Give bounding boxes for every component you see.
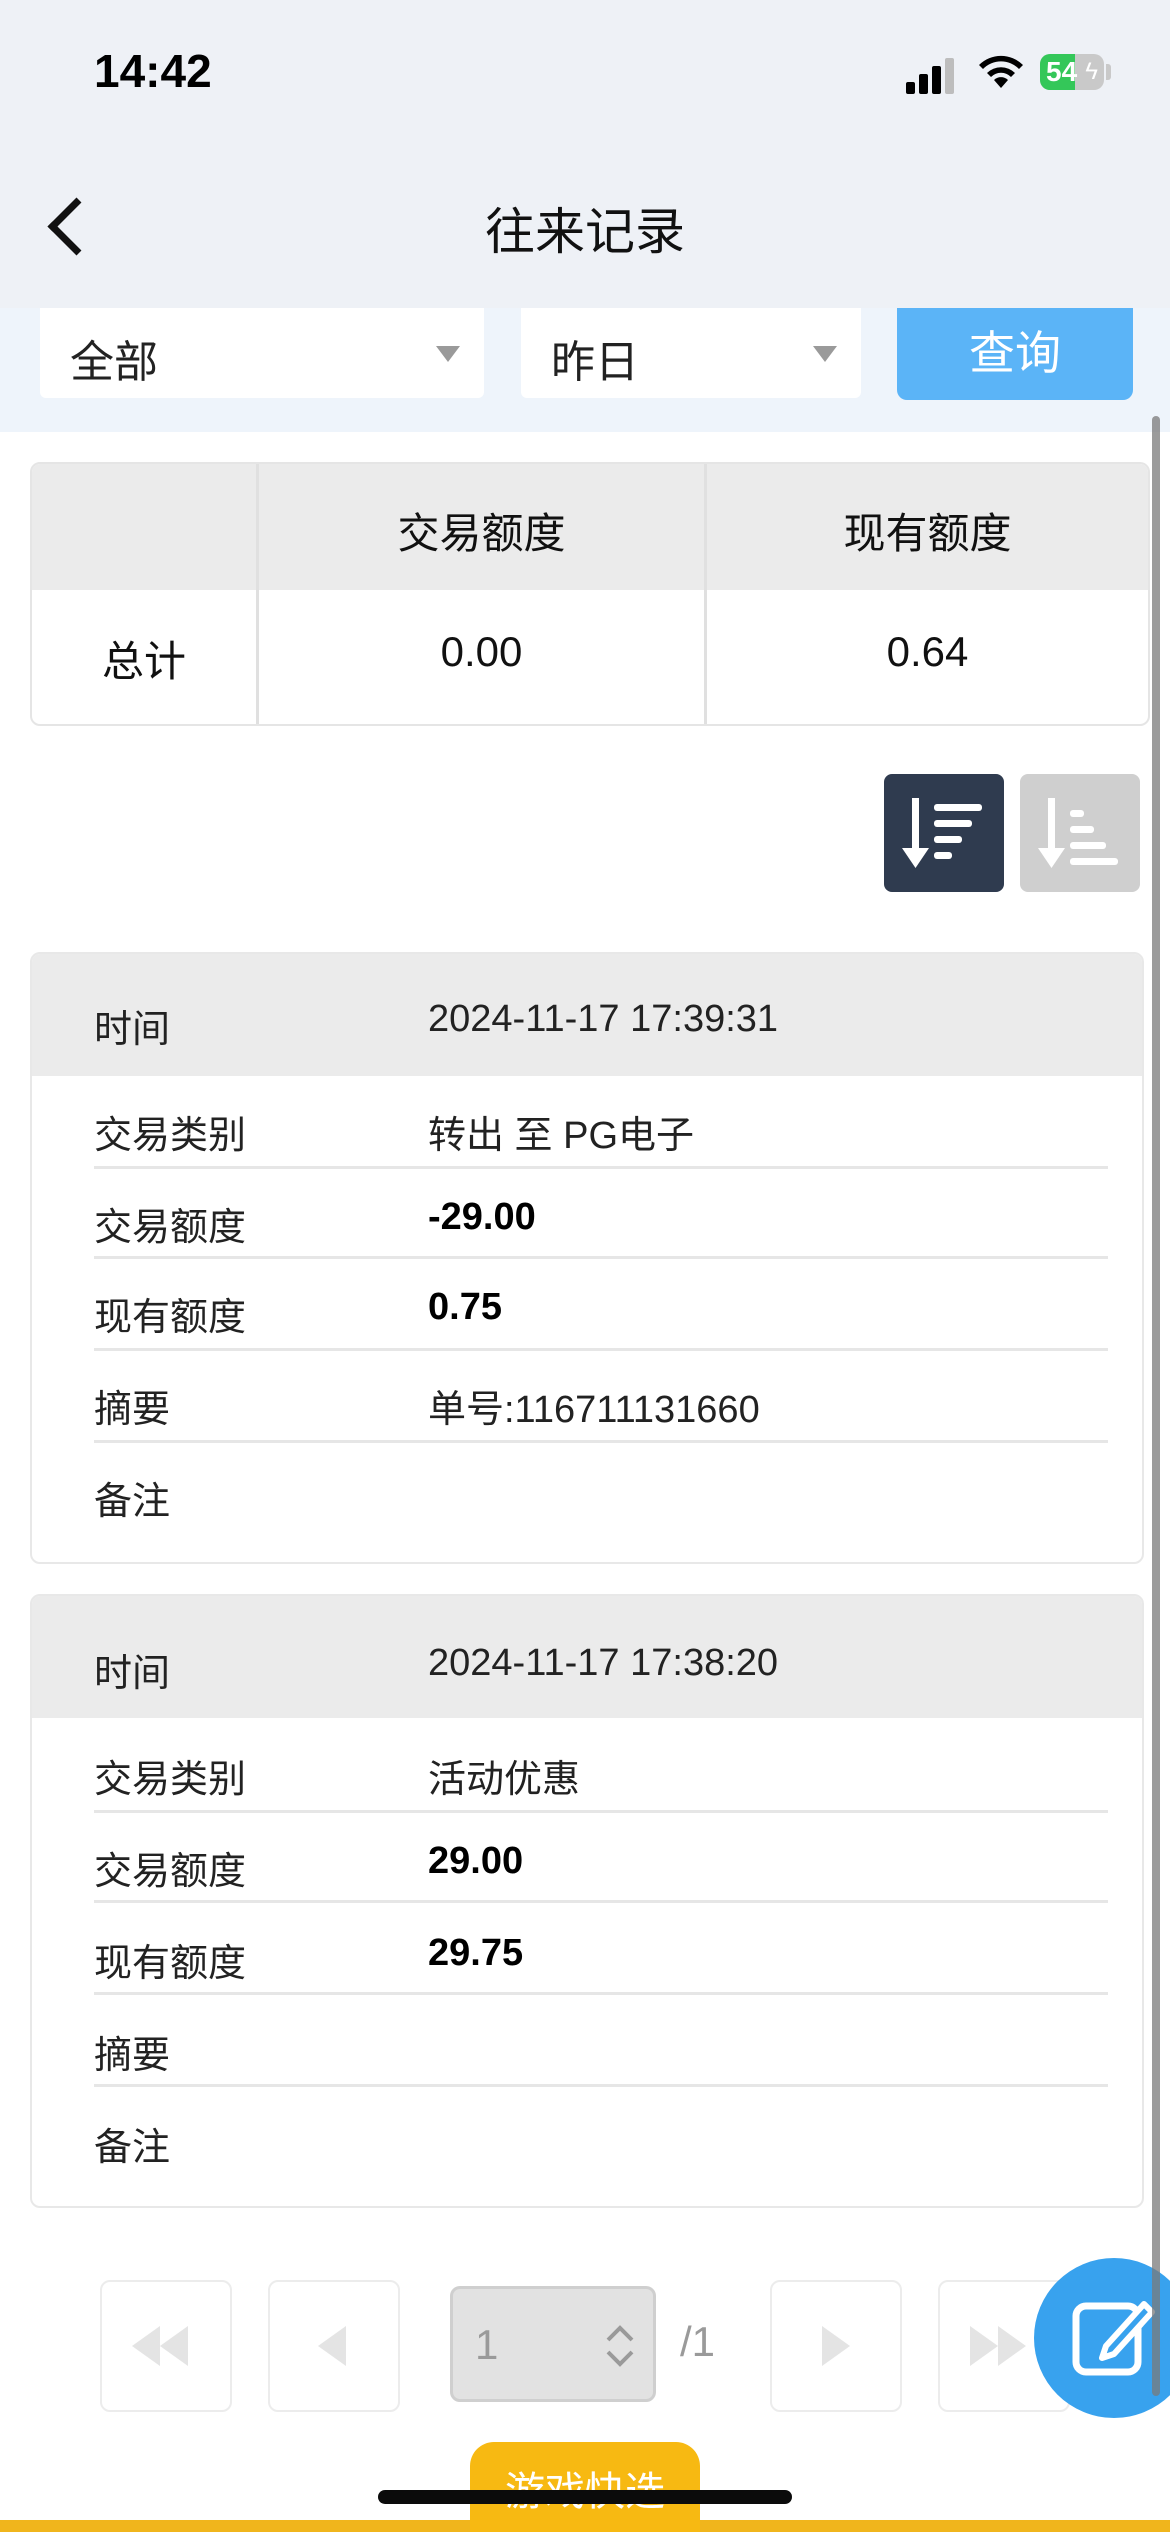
page-number-value: 1 [475,2321,499,2368]
sort-ascending-icon [1038,798,1118,868]
edit-note-icon [1072,2301,1155,2376]
amount-value: 29.00 [428,1840,524,1882]
chevron-right-icon [822,2326,850,2366]
home-indicator [378,2490,792,2504]
record-card: 时间 2024-11-17 17:38:20 交易类别 活动优惠 交易额度 29… [30,1594,1144,2208]
game-quick-select-tab[interactable]: 游戏快选 [470,2442,700,2532]
summary-table: 交易额度 现有额度 总计 0.00 0.64 [30,462,1150,726]
type-select-value: 全部 [70,338,158,387]
sort-ascending-button[interactable] [1020,774,1140,892]
type-value: 转出 至 PG电子 [428,1115,695,1157]
page-title: 往来记录 [485,204,685,260]
time-label: 时间 [94,1653,171,1695]
row-divider [94,2084,1108,2087]
summary-label: 摘要 [94,1389,171,1431]
time-value: 2024-11-17 17:38:20 [428,1642,779,1684]
chevron-left-icon [318,2326,346,2366]
period-select-value: 昨日 [551,338,639,387]
sort-descending-icon [902,798,982,868]
time-label: 时间 [94,1009,171,1051]
row-divider [94,1348,1108,1351]
summary-current-amount: 0.64 [886,628,969,675]
type-value: 活动优惠 [428,1759,581,1801]
caret-down-icon [813,346,837,362]
wifi-icon [979,55,1023,88]
previous-page-button[interactable] [268,2280,400,2412]
summary-value: 单号:116711131660 [428,1389,760,1431]
amount-label: 交易额度 [94,1851,247,1893]
summary-label: 摘要 [94,2035,171,2077]
balance-label: 现有额度 [94,1297,247,1339]
row-divider [94,1256,1108,1259]
record-card: 时间 2024-11-17 17:39:31 交易类别 转出 至 PG电子 交易… [30,952,1144,1564]
next-page-button[interactable] [770,2280,902,2412]
sort-descending-button[interactable] [884,774,1004,892]
charging-bolt-icon: ϟ [1085,58,1098,85]
stepper-arrows-icon [606,2325,634,2367]
cellular-signal-icon [906,54,956,94]
row-divider [94,1166,1108,1169]
type-select[interactable]: 全部 [40,308,484,398]
query-button[interactable]: 查询 [897,308,1133,400]
header-current-amount: 现有额度 [843,510,1012,557]
summary-row-label: 总计 [101,638,186,685]
balance-label: 现有额度 [94,1943,247,1985]
type-label: 交易类别 [94,1115,247,1157]
first-page-button[interactable] [100,2280,232,2412]
scrollbar[interactable] [1152,416,1160,2396]
battery-tip [1106,64,1111,80]
row-divider [94,1440,1108,1443]
header-trade-amount: 交易额度 [397,510,566,557]
row-divider [94,1992,1108,1995]
time-value: 2024-11-17 17:39:31 [428,998,779,1040]
row-divider [94,1900,1108,1903]
caret-down-icon [436,346,460,362]
page-number-input[interactable]: 1 [450,2286,656,2402]
summary-trade-amount: 0.00 [440,628,523,675]
row-divider [94,1810,1108,1813]
battery-percent: 54 [1046,56,1078,87]
remark-label: 备注 [94,1481,171,1523]
amount-value: -29.00 [428,1196,536,1238]
amount-label: 交易额度 [94,1207,247,1249]
period-select[interactable]: 昨日 [521,308,861,398]
battery-icon: 54 ϟ [1040,54,1104,90]
page-total: /1 [680,2318,716,2365]
type-label: 交易类别 [94,1759,247,1801]
status-time: 14:42 [94,45,212,97]
balance-value: 29.75 [428,1932,524,1974]
balance-value: 0.75 [428,1286,502,1328]
remark-label: 备注 [94,2127,171,2169]
